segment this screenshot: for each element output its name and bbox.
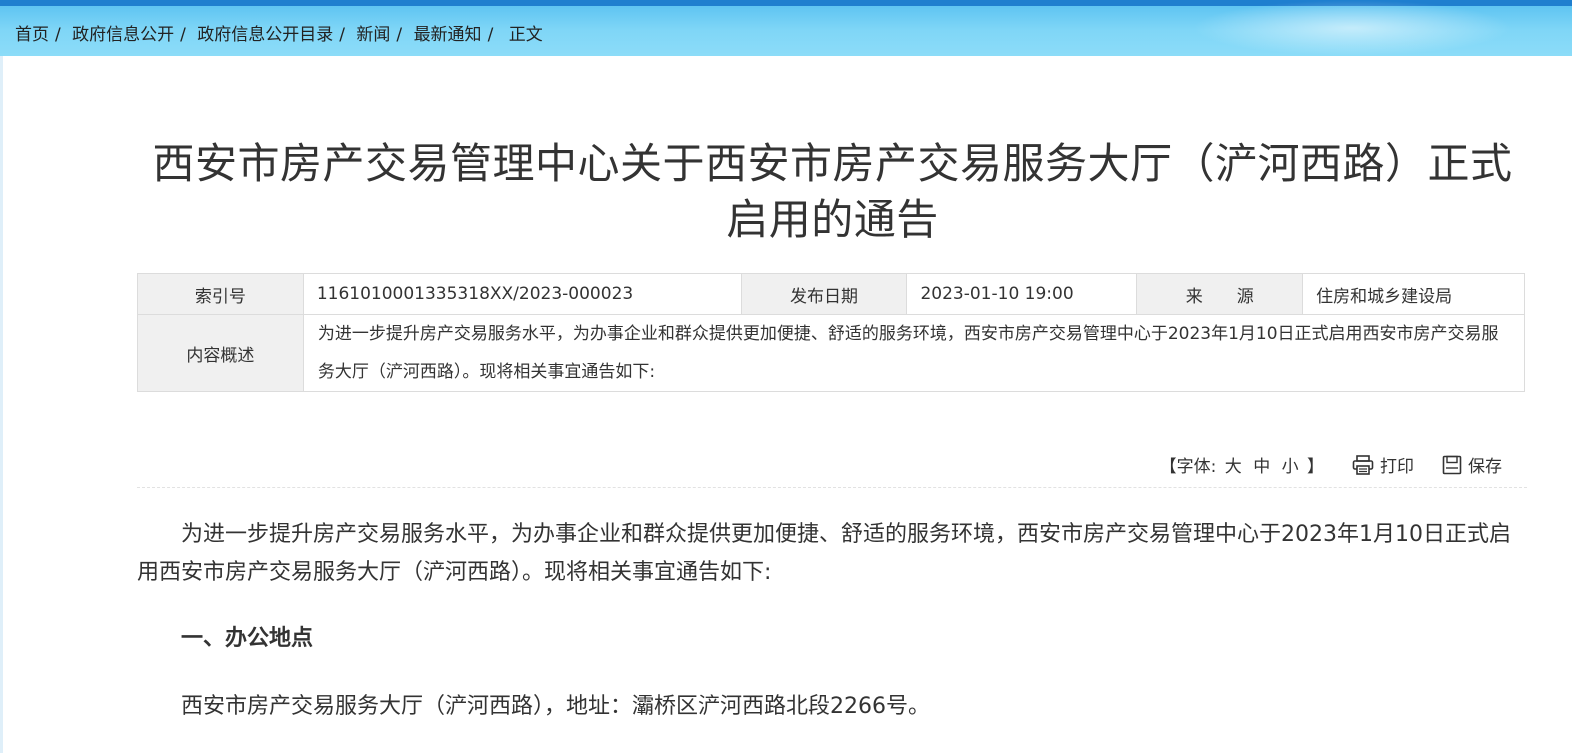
meta-row: 内容概述 为进一步提升房产交易服务水平，为办事企业和群众提供更加便捷、舒适的服务… (137, 314, 1526, 392)
font-size-close: 】 (1307, 457, 1324, 477)
font-size-medium[interactable]: 中 (1253, 457, 1270, 477)
save-label: 保存 (1468, 457, 1502, 477)
print-button[interactable]: 打印 (1352, 452, 1414, 477)
printer-icon (1352, 454, 1374, 475)
font-size-switcher: 【字体: 大 中 小 】 (1160, 452, 1324, 477)
article-title: 西安市房产交易管理中心关于西安市房产交易服务大厅（浐河西路）正式启用的通告 (152, 139, 1513, 244)
breadcrumb-gov-info-catalog[interactable]: 政府信息公开目录 (197, 25, 333, 45)
breadcrumb-separator: / (180, 25, 186, 45)
article-toolbar: 【字体: 大 中 小 】 打印 保存 (1160, 452, 1502, 477)
save-button[interactable]: 保存 (1442, 452, 1502, 477)
breadcrumb: 首页 / 政府信息公开 / 政府信息公开目录 / 新闻 / 最新通知 / 正文 (15, 20, 543, 45)
meta-row: 索引号 1161010001335318XX/2023-000023 发布日期 … (137, 273, 1525, 315)
left-edge-line (0, 56, 3, 753)
date-value: 2023-01-10 19:00 (906, 273, 1138, 315)
font-size-large[interactable]: 大 (1225, 457, 1242, 477)
index-label: 索引号 (137, 273, 304, 315)
date-label: 发布日期 (740, 273, 908, 315)
breadcrumb-gov-info[interactable]: 政府信息公开 (72, 25, 174, 45)
save-icon (1442, 455, 1462, 474)
source-label: 来 源 (1136, 273, 1304, 315)
content-heading: 一、办公地点 (181, 626, 314, 651)
breadcrumb-news[interactable]: 新闻 (356, 25, 390, 45)
source-value: 住房和城乡建设局 (1302, 273, 1525, 315)
content-paragraph: 西安市房产交易服务大厅（浐河西路），地址：灞桥区浐河西路北段2266号。 (181, 694, 930, 719)
breadcrumb-separator: / (55, 25, 61, 45)
summary-value: 为进一步提升房产交易服务水平，为办事企业和群众提供更加便捷、舒适的服务环境，西安… (302, 314, 1526, 392)
breadcrumb-separator: / (487, 25, 494, 45)
breadcrumb-separator: / (396, 25, 403, 45)
breadcrumb-latest-notice[interactable]: 最新通知 (414, 25, 482, 45)
breadcrumb-home[interactable]: 首页 (15, 25, 49, 45)
divider (137, 487, 1527, 488)
font-size-small[interactable]: 小 (1282, 457, 1299, 477)
breadcrumb-current: 正文 (508, 25, 543, 45)
summary-label: 内容概述 (137, 314, 304, 392)
content-paragraph: 为进一步提升房产交易服务水平，为办事企业和群众提供更加便捷、舒适的服务环境，西安… (137, 522, 1511, 585)
print-label: 打印 (1380, 457, 1414, 477)
index-value: 1161010001335318XX/2023-000023 (302, 273, 742, 315)
banner-glow (1192, 0, 1512, 56)
breadcrumb-separator: / (339, 25, 346, 45)
article-meta-table: 索引号 1161010001335318XX/2023-000023 发布日期 … (137, 273, 1526, 392)
top-banner: 首页 / 政府信息公开 / 政府信息公开目录 / 新闻 / 最新通知 / 正文 (0, 0, 1572, 56)
font-size-open: 【字体: (1159, 457, 1217, 477)
